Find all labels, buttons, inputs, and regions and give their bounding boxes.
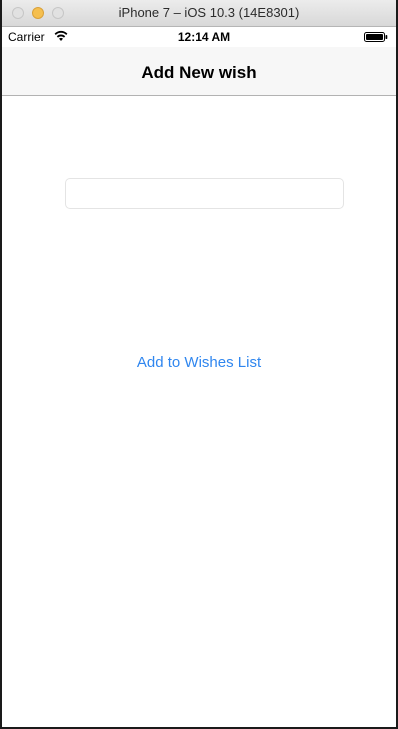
window-title: iPhone 7 – iOS 10.3 (14E8301): [118, 5, 300, 20]
simulator-window: iPhone 7 – iOS 10.3 (14E8301) Carrier 12…: [0, 0, 398, 729]
add-to-wishes-list-button[interactable]: Add to Wishes List: [99, 354, 299, 371]
battery-icon: [364, 32, 388, 42]
page-title: Add New wish: [141, 63, 257, 82]
wish-input[interactable]: [65, 178, 344, 209]
status-bar: Carrier 12:14 AM: [2, 27, 396, 47]
window-title-bar: iPhone 7 – iOS 10.3 (14E8301): [2, 0, 396, 27]
main-content: Add to Wishes List: [2, 96, 396, 727]
navigation-bar: Add New wish: [2, 47, 396, 96]
status-time: 12:14 AM: [177, 30, 231, 44]
